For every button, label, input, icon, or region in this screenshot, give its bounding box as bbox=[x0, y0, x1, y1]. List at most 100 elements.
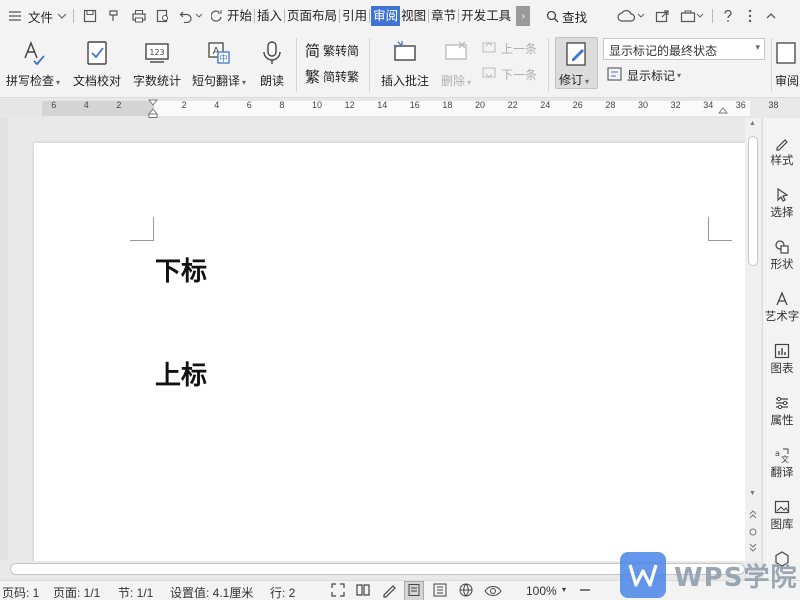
status-page[interactable]: 页面: 1/1 bbox=[53, 584, 100, 600]
zoom-out-icon[interactable] bbox=[578, 582, 592, 600]
status-section[interactable]: 节: 1/1 bbox=[118, 584, 153, 600]
zoom-level[interactable]: 100% bbox=[526, 584, 557, 598]
microphone-icon bbox=[259, 38, 285, 68]
chevron-down-icon: ▾ bbox=[677, 71, 681, 80]
svg-text:a: a bbox=[775, 449, 780, 458]
page-up-icon[interactable] bbox=[748, 508, 758, 522]
chevron-down-icon: ▾ bbox=[242, 78, 246, 87]
chevron-down-icon: ▾ bbox=[755, 42, 760, 53]
pen-icon[interactable] bbox=[381, 582, 397, 600]
sidepanel-item-styles[interactable]: 样式 bbox=[763, 134, 800, 168]
vertical-scroll-thumb[interactable] bbox=[748, 136, 758, 266]
delete-comment-button[interactable]: 删除▾ bbox=[436, 38, 476, 89]
sidepanel-item-shapes[interactable]: 形状 bbox=[763, 238, 800, 272]
translate-icon: A中 bbox=[206, 38, 232, 68]
vertical-scrollbar[interactable]: ▲ ▼ bbox=[745, 118, 761, 561]
collapse-ribbon-icon[interactable] bbox=[766, 12, 776, 20]
more-tabs-button[interactable]: › bbox=[516, 6, 530, 26]
read-mode-icon[interactable] bbox=[355, 582, 371, 600]
translate-button[interactable]: A中 短句翻译▾ bbox=[189, 38, 249, 89]
share-icon[interactable] bbox=[655, 9, 670, 23]
ruler-number: 36 bbox=[736, 100, 746, 110]
select-browse-icon[interactable] bbox=[748, 526, 758, 540]
more-vertical-icon[interactable] bbox=[748, 9, 752, 23]
ruler-number: 22 bbox=[508, 100, 518, 110]
scroll-down-icon[interactable]: ▼ bbox=[749, 490, 756, 497]
tab-review[interactable]: 审阅 bbox=[371, 6, 400, 26]
document-line-superscript[interactable]: 上标 bbox=[155, 355, 207, 392]
svg-text:中: 中 bbox=[220, 53, 228, 63]
next-comment-button[interactable]: 下一条 bbox=[482, 66, 537, 83]
help-icon[interactable] bbox=[722, 9, 734, 23]
fullscreen-icon[interactable] bbox=[330, 582, 346, 600]
sidepanel-item-gallery[interactable]: 图库 bbox=[763, 498, 800, 532]
vertical-ruler[interactable] bbox=[0, 118, 8, 560]
chevron-down-icon[interactable] bbox=[696, 13, 704, 19]
markup-state-select[interactable]: 显示标记的最终状态 ▾ bbox=[603, 38, 765, 60]
chevron-down-icon[interactable] bbox=[195, 13, 203, 19]
document-page[interactable]: 下标 上标 bbox=[34, 143, 745, 561]
sidepanel-item-chart[interactable]: 图表 bbox=[763, 342, 800, 376]
tab-view[interactable]: 视图 bbox=[400, 6, 427, 26]
file-menu[interactable]: 文件 bbox=[8, 0, 67, 32]
status-line[interactable]: 行: 2 bbox=[270, 584, 295, 600]
print-preview-icon[interactable] bbox=[156, 9, 170, 23]
document-line-subscript[interactable]: 下标 bbox=[155, 251, 207, 288]
word-count-icon: 123 bbox=[144, 38, 170, 68]
doc-proof-button[interactable]: 文档校对 bbox=[70, 38, 124, 89]
status-setting[interactable]: 设置值: 4.1厘米 bbox=[170, 584, 253, 600]
read-aloud-label: 朗读 bbox=[260, 72, 284, 89]
tab-references[interactable]: 引用 bbox=[341, 6, 368, 26]
wps-logo-icon bbox=[620, 552, 666, 598]
outline-view-icon[interactable] bbox=[432, 582, 448, 600]
chevron-down-icon[interactable]: ▾ bbox=[562, 585, 566, 594]
simp-to-trad-button[interactable]: 繁 简转繁 bbox=[305, 66, 359, 87]
web-view-icon[interactable] bbox=[458, 582, 474, 600]
save-icon[interactable] bbox=[83, 9, 97, 23]
sidepanel-item-art-text[interactable]: 艺术字 bbox=[763, 290, 800, 324]
search-button[interactable]: 查找 bbox=[546, 0, 587, 32]
prev-comment-button[interactable]: 上一条 bbox=[482, 40, 537, 57]
track-changes-button[interactable]: 修订▾ bbox=[555, 37, 598, 89]
horizontal-ruler[interactable]: 6422468101214161820222426283032343638 bbox=[0, 99, 745, 118]
document-area: 下标 上标 bbox=[8, 118, 745, 561]
format-painter-icon[interactable] bbox=[107, 9, 121, 23]
next-comment-icon bbox=[482, 66, 498, 83]
ruler-number: 18 bbox=[442, 100, 452, 110]
tab-page-layout[interactable]: 页面布局 bbox=[286, 6, 338, 26]
sidepanel-item-properties[interactable]: 属性 bbox=[763, 394, 800, 428]
undo-icon[interactable] bbox=[179, 9, 193, 23]
spellcheck-button[interactable]: 拼写检查▾ bbox=[4, 38, 62, 89]
watermark-text: WPS学院 bbox=[674, 557, 797, 594]
tab-start[interactable]: 开始 bbox=[226, 6, 253, 26]
chevron-down-icon[interactable] bbox=[637, 13, 645, 19]
review-panel-button[interactable]: 审阅 bbox=[775, 38, 800, 89]
cloud-sync-icon[interactable] bbox=[617, 9, 637, 23]
ribbon-toolbar: 拼写检查▾ 文档校对 123 字数统计 A中 短句翻译▾ 朗读 简 繁转简 繁 … bbox=[0, 32, 800, 98]
word-count-button[interactable]: 123 字数统计 bbox=[130, 38, 184, 89]
export-icon[interactable] bbox=[680, 9, 696, 23]
show-markup-icon bbox=[607, 67, 623, 84]
file-menu-label: 文件 bbox=[28, 7, 53, 26]
eye-protection-icon[interactable] bbox=[484, 582, 502, 600]
show-markup-button[interactable]: 显示标记 ▾ bbox=[607, 67, 681, 84]
ruler-number: 16 bbox=[410, 100, 420, 110]
scroll-up-icon[interactable]: ▲ bbox=[749, 120, 756, 127]
tab-chapter[interactable]: 章节 bbox=[430, 6, 457, 26]
divider bbox=[369, 38, 370, 92]
sidepanel-item-select[interactable]: 选择 bbox=[763, 186, 800, 220]
trad-to-simp-button[interactable]: 简 繁转简 bbox=[305, 40, 359, 61]
redo-icon[interactable] bbox=[211, 9, 223, 23]
right-indent-marker-icon[interactable] bbox=[718, 103, 728, 118]
tab-developer[interactable]: 开发工具 bbox=[460, 6, 512, 26]
insert-comment-button[interactable]: 插入批注 bbox=[377, 38, 433, 89]
tab-insert[interactable]: 插入 bbox=[256, 6, 283, 26]
sidepanel-label: 属性 bbox=[771, 412, 794, 428]
sidepanel-item-translate[interactable]: a文 翻译 bbox=[763, 446, 800, 480]
status-page-code[interactable]: 页码: 1 bbox=[2, 584, 39, 600]
chart-icon bbox=[774, 342, 790, 360]
print-icon[interactable] bbox=[131, 9, 147, 23]
page-view-icon[interactable] bbox=[404, 581, 424, 600]
divider bbox=[73, 9, 74, 23]
read-aloud-button[interactable]: 朗读 bbox=[253, 38, 291, 89]
